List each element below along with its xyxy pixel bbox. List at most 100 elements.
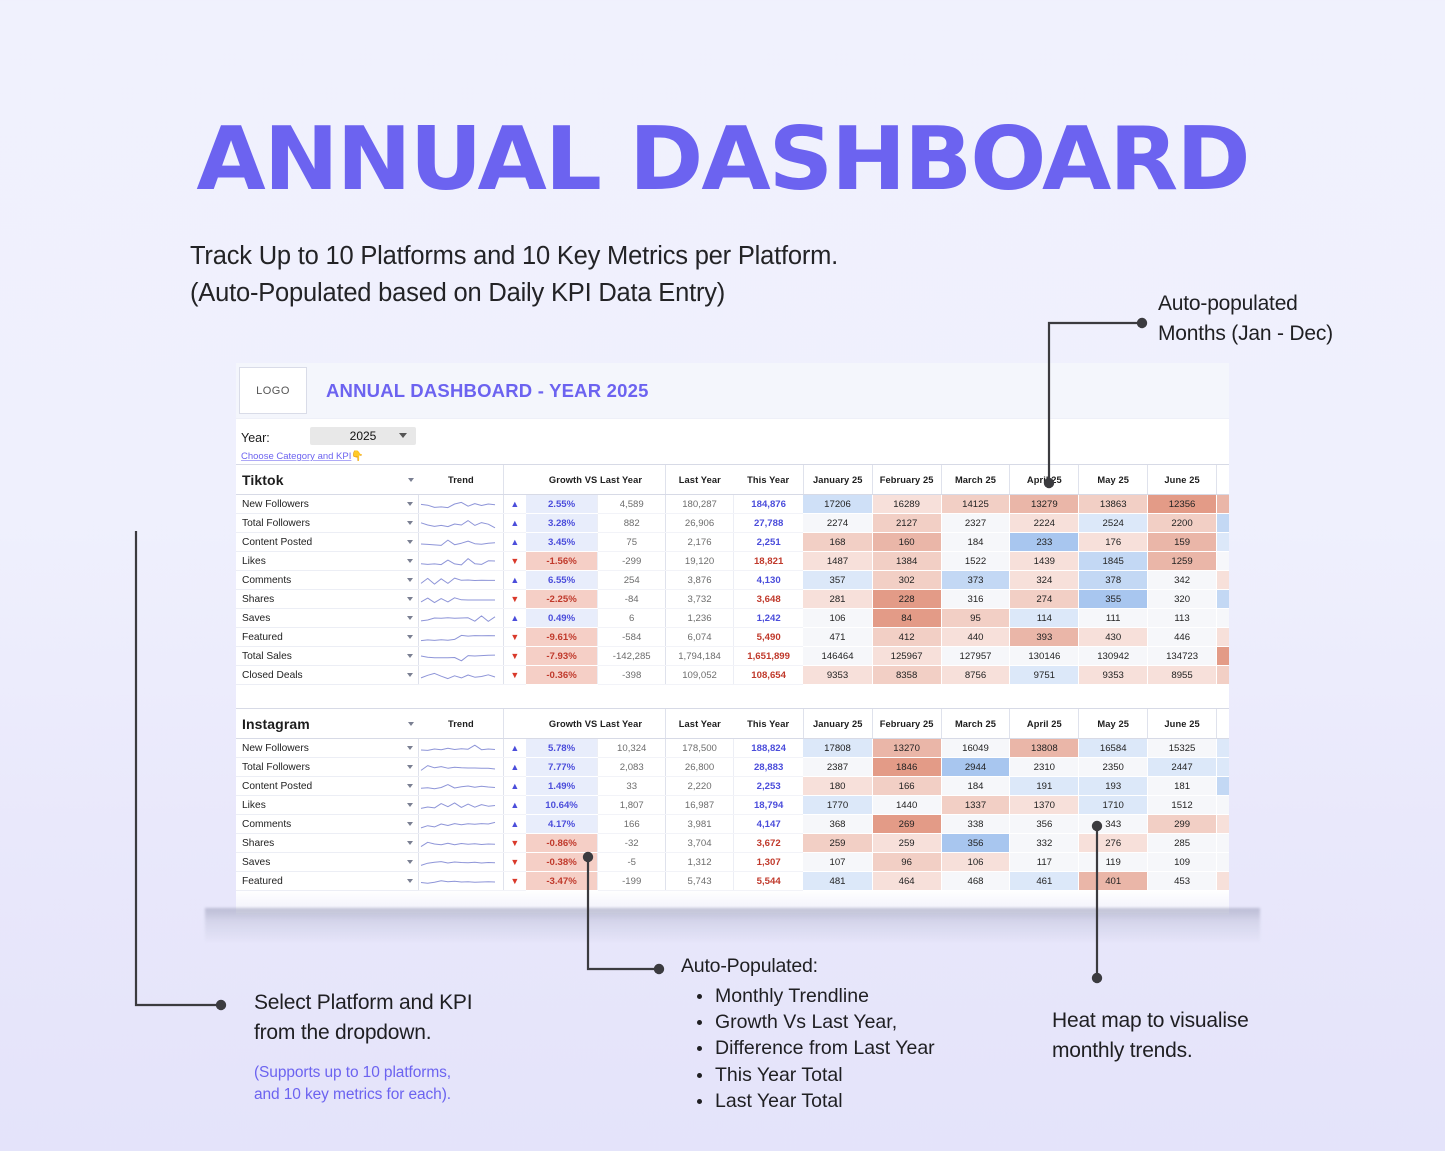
month-cell: 370 xyxy=(1216,814,1229,834)
month-cell: 14800 xyxy=(1216,738,1229,758)
growth-percent: 7.77% xyxy=(525,757,598,777)
chevron-down-icon[interactable] xyxy=(407,540,414,544)
chevron-down-icon[interactable] xyxy=(407,721,414,726)
kpi-selector[interactable]: Saves xyxy=(236,608,420,628)
col-month-6: June 25 xyxy=(1147,464,1217,495)
month-cell: 356 xyxy=(941,833,1011,853)
chevron-down-icon[interactable] xyxy=(407,502,414,506)
kpi-selector[interactable]: Likes xyxy=(236,795,420,815)
last-year-total: 2,176 xyxy=(665,532,734,552)
kpi-selector[interactable]: Shares xyxy=(236,833,420,853)
chevron-down-icon[interactable] xyxy=(407,521,414,525)
trend-sparkline xyxy=(418,551,504,571)
growth-percent: -1.56% xyxy=(525,551,598,571)
auto-populated-item: Difference from Last Year xyxy=(681,1035,1021,1061)
kpi-selector[interactable]: New Followers xyxy=(236,738,420,758)
month-cell: 193 xyxy=(1078,776,1149,796)
platform-selector-tiktok[interactable]: Tiktok xyxy=(236,464,419,495)
this-year-total: 4,130 xyxy=(732,570,804,590)
kpi-selector[interactable]: Comments xyxy=(236,570,420,590)
month-cell: 338 xyxy=(941,814,1011,834)
month-cell: 259 xyxy=(872,833,942,853)
col-last-year: Last Year xyxy=(665,708,734,739)
last-year-total: 3,704 xyxy=(665,833,734,853)
chevron-down-icon[interactable] xyxy=(407,765,414,769)
section-header-instagram: Instagram Trend Growth VS Last Year Last Ye… xyxy=(236,708,1229,739)
this-year-total: 188,824 xyxy=(732,738,804,758)
month-cell: 181 xyxy=(1147,776,1217,796)
month-cell: 320 xyxy=(1147,589,1217,609)
chevron-down-icon[interactable] xyxy=(407,654,414,658)
kpi-selector[interactable]: Featured xyxy=(236,871,420,891)
trend-sparkline xyxy=(418,776,504,796)
trend-sparkline xyxy=(418,570,504,590)
trend-sparkline xyxy=(418,608,504,628)
trend-sparkline xyxy=(418,532,504,552)
chevron-down-icon[interactable] xyxy=(407,559,414,563)
month-cell: 130146 xyxy=(1009,646,1080,666)
chevron-down-icon[interactable] xyxy=(407,784,414,788)
month-cell: 15737 xyxy=(1216,494,1229,514)
month-cell: 412 xyxy=(872,627,942,647)
month-cell: 180 xyxy=(803,776,873,796)
kpi-selector[interactable]: Content Posted xyxy=(236,776,420,796)
kpi-selector[interactable]: New Followers xyxy=(236,494,420,514)
col-growth: Growth VS Last Year xyxy=(525,708,666,739)
month-cell: 378 xyxy=(1078,570,1149,590)
chevron-down-icon[interactable] xyxy=(407,578,414,582)
chevron-down-icon[interactable] xyxy=(407,746,414,750)
difference-from-last-year: 882 xyxy=(597,513,666,533)
month-cell: 12356 xyxy=(1147,494,1217,514)
chevron-down-icon[interactable] xyxy=(407,673,414,677)
chevron-down-icon[interactable] xyxy=(407,597,414,601)
trend-sparkline xyxy=(418,871,504,891)
callout-months: Auto-populated Months (Jan - Dec) xyxy=(1158,289,1445,349)
kpi-selector[interactable]: Total Sales xyxy=(236,646,420,666)
kpi-selector[interactable]: Saves xyxy=(236,852,420,872)
chevron-down-icon[interactable] xyxy=(407,841,414,845)
trend-sparkline xyxy=(418,665,504,685)
last-year-total: 109,052 xyxy=(665,665,734,685)
kpi-selector[interactable]: Likes xyxy=(236,551,420,571)
month-cell: 146464 xyxy=(803,646,873,666)
chevron-down-icon[interactable] xyxy=(407,803,414,807)
month-cell: 125967 xyxy=(872,646,942,666)
growth-percent: 2.55% xyxy=(525,494,598,514)
chevron-down-icon[interactable] xyxy=(407,879,414,883)
col-trend: Trend xyxy=(418,708,504,739)
chevron-down-icon[interactable] xyxy=(399,433,407,438)
chevron-down-icon[interactable] xyxy=(407,477,414,482)
kpi-selector[interactable]: Content Posted xyxy=(236,532,420,552)
kpi-selector[interactable]: Shares xyxy=(236,589,420,609)
month-cell: 430 xyxy=(1078,627,1149,647)
month-cell: 281 xyxy=(803,589,873,609)
table-row: Total Followers ▲ 3.28% 882 26,906 27,788 2274… xyxy=(236,513,1229,533)
col-growth-arrow xyxy=(502,464,526,495)
month-cell: 1259 xyxy=(1147,551,1217,571)
month-cell: 368 xyxy=(803,814,873,834)
subtitle-line-1: Track Up to 10 Platforms and 10 Key Metr… xyxy=(190,242,839,270)
chevron-down-icon[interactable] xyxy=(407,616,414,620)
difference-from-last-year: -84 xyxy=(597,589,666,609)
chevron-down-icon[interactable] xyxy=(407,822,414,826)
growth-direction-icon: ▲ xyxy=(503,814,526,834)
callout-dropdown-sub-1: (Supports up to 10 platforms, xyxy=(254,1063,451,1081)
kpi-selector[interactable]: Total Followers xyxy=(236,757,420,777)
kpi-selector[interactable]: Total Followers xyxy=(236,513,420,533)
month-cell: 130942 xyxy=(1078,646,1149,666)
platform-selector-instagram[interactable]: Instagram xyxy=(236,708,419,739)
trend-sparkline xyxy=(418,646,504,666)
chevron-down-icon[interactable] xyxy=(407,860,414,864)
kpi-selector[interactable]: Closed Deals xyxy=(236,665,420,685)
month-cell: 168 xyxy=(803,532,873,552)
month-cell: 2327 xyxy=(941,513,1011,533)
difference-from-last-year: -584 xyxy=(597,627,666,647)
kpi-selector[interactable]: Comments xyxy=(236,814,420,834)
trend-sparkline xyxy=(418,738,504,758)
kpi-selector[interactable]: Featured xyxy=(236,627,420,647)
col-month-2: February 25 xyxy=(871,708,942,739)
month-cell: 1337 xyxy=(941,795,1011,815)
this-year-total: 5,490 xyxy=(732,627,804,647)
chevron-down-icon[interactable] xyxy=(407,635,414,639)
col-trend: Trend xyxy=(418,464,504,495)
